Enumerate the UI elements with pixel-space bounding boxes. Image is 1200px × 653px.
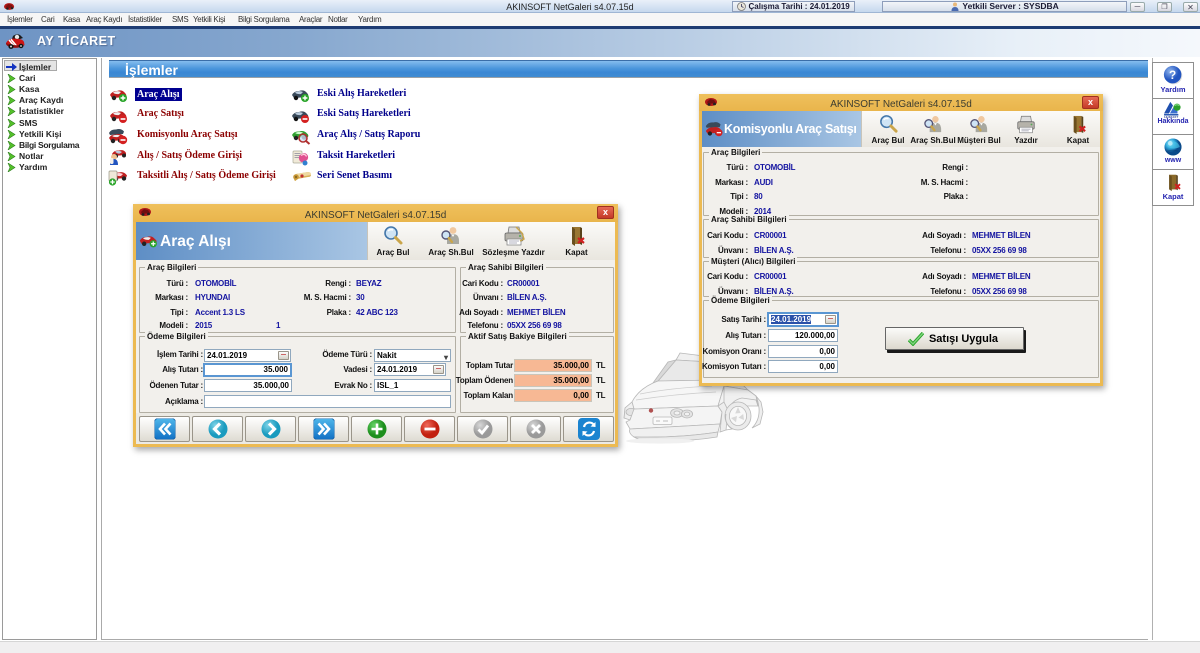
svg-text:?: ? (1169, 68, 1176, 82)
